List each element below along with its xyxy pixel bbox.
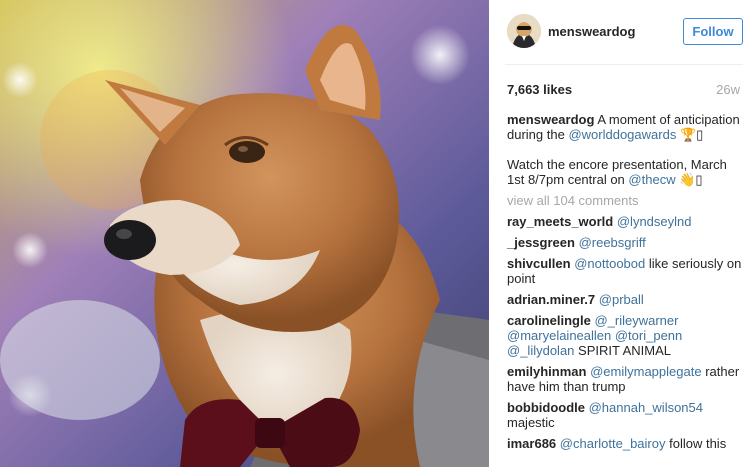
avatar[interactable] bbox=[507, 14, 541, 48]
comment-mention[interactable]: @emilymapplegate bbox=[590, 364, 701, 379]
caption-emoji-2: 👋▯ bbox=[679, 172, 703, 187]
post-username[interactable]: mensweardog bbox=[548, 24, 635, 39]
caption: mensweardog A moment of anticipation dur… bbox=[507, 112, 743, 187]
comment-item: ray_meets_world @lyndseylnd bbox=[507, 214, 743, 229]
post-time[interactable]: 26w bbox=[716, 82, 740, 97]
comment-item: shivcullen @nottoobod like seriously on … bbox=[507, 256, 743, 286]
caption-mention-2[interactable]: @thecw bbox=[628, 172, 675, 187]
caption-username[interactable]: mensweardog bbox=[507, 112, 594, 127]
likes-count[interactable]: 7,663 likes bbox=[507, 82, 572, 97]
caption-emoji-1: 🏆▯ bbox=[679, 127, 704, 142]
comment-username[interactable]: carolinelingle bbox=[507, 313, 591, 328]
comment-username[interactable]: shivcullen bbox=[507, 256, 571, 271]
caption-paragraph-2: Watch the encore presentation, March 1st… bbox=[507, 157, 743, 187]
comment-mention[interactable]: @charlotte_bairoy bbox=[560, 436, 666, 451]
follow-button[interactable]: Follow bbox=[683, 18, 743, 45]
comment-text: follow this bbox=[669, 436, 727, 451]
dog-avatar-icon bbox=[507, 14, 541, 48]
comment-item: imar686 @charlotte_bairoy follow this bbox=[507, 436, 743, 451]
comment-mention[interactable]: @lyndseylnd bbox=[617, 214, 692, 229]
comment-username[interactable]: imar686 bbox=[507, 436, 556, 451]
comment-username[interactable]: adrian.miner.7 bbox=[507, 292, 595, 307]
comment-item: _jessgreen @reebsgriff bbox=[507, 235, 743, 250]
comment-mention[interactable]: @hannah_wilson54 bbox=[589, 400, 703, 415]
comment-item: bobbidoodle @hannah_wilson54 majestic bbox=[507, 400, 743, 430]
header-divider bbox=[505, 64, 743, 65]
comment-username[interactable]: bobbidoodle bbox=[507, 400, 585, 415]
comment-username[interactable]: ray_meets_world bbox=[507, 214, 613, 229]
comment-list: mensweardog A moment of anticipation dur… bbox=[507, 112, 743, 457]
comment-mention[interactable]: @reebsgriff bbox=[579, 235, 646, 250]
comment-username[interactable]: _jessgreen bbox=[507, 235, 575, 250]
post-side-panel: mensweardog Follow 7,663 likes 26w mensw… bbox=[489, 0, 750, 467]
dog-photo-image bbox=[0, 0, 489, 467]
comment-item: emilyhinman @emilymapplegate rather have… bbox=[507, 364, 743, 394]
comment-mention[interactable]: @prball bbox=[599, 292, 644, 307]
comment-text: majestic bbox=[507, 415, 555, 430]
comment-text: SPIRIT ANIMAL bbox=[578, 343, 671, 358]
caption-mention-1[interactable]: @worlddogawards bbox=[568, 127, 676, 142]
post-photo[interactable] bbox=[0, 0, 489, 467]
post-header: mensweardog Follow bbox=[489, 0, 750, 64]
comment-username[interactable]: emilyhinman bbox=[507, 364, 586, 379]
comment-mention[interactable]: @nottoobod bbox=[574, 256, 645, 271]
view-all-comments-link[interactable]: view all 104 comments bbox=[507, 193, 743, 208]
comment-item: adrian.miner.7 @prball bbox=[507, 292, 743, 307]
comment-item: carolinelingle @_rileywarner @maryelaine… bbox=[507, 313, 743, 358]
